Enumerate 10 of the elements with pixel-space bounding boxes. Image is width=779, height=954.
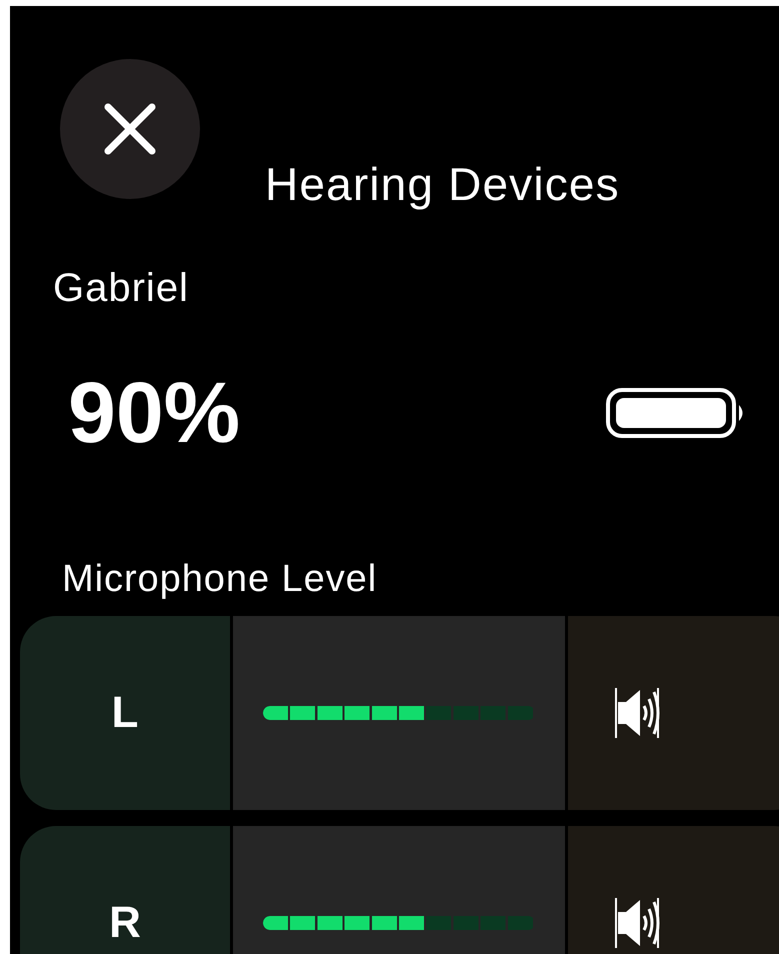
- screen-title: Hearing Devices: [265, 157, 620, 212]
- speaker-icon: [614, 686, 660, 740]
- close-icon: [104, 103, 156, 155]
- speaker-icon: [614, 896, 660, 950]
- channel-label: R: [20, 826, 230, 954]
- device-name: Gabriel: [53, 265, 190, 312]
- speaker-button[interactable]: [568, 616, 779, 810]
- channel-label: L: [20, 616, 230, 810]
- section-label: Microphone Level: [62, 557, 378, 602]
- battery-percentage: 90%: [68, 368, 240, 458]
